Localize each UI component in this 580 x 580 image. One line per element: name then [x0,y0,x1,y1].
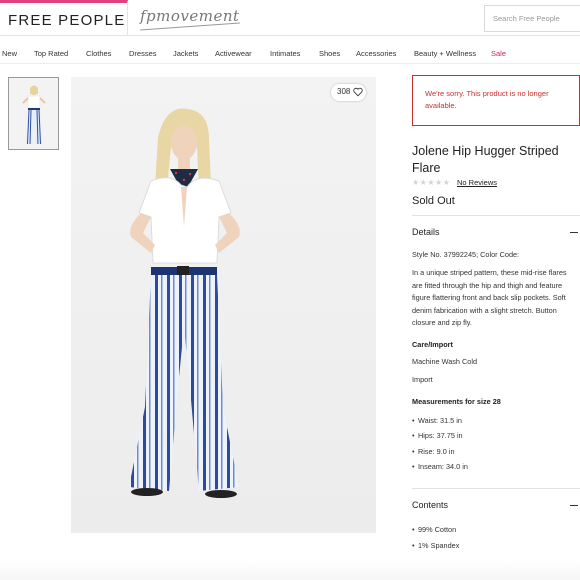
measurements-heading: Measurements for size 28 [412,397,501,406]
collapse-icon[interactable] [570,232,578,233]
details-heading[interactable]: Details [412,227,440,237]
alert-text: We're sorry. This product is no longer a… [425,89,549,110]
measurement-item: Rise: 9.0 in [412,447,454,456]
site-header: FREE PEOPLE fpmovement [0,0,580,36]
nav-item-clothes[interactable]: Clothes [86,49,111,58]
nav-item-new[interactable]: New [2,49,17,58]
contents-heading[interactable]: Contents [412,500,448,510]
unavailable-alert: We're sorry. This product is no longer a… [412,75,580,126]
main-nav: New Top Rated Clothes Dresses Jackets Ac… [0,44,580,64]
divider [412,215,580,216]
nav-item-jackets[interactable]: Jackets [173,49,198,58]
style-number: Style No. 37992245; Color Code: [412,250,520,259]
nav-item-intimates[interactable]: Intimates [270,49,300,58]
nav-item-shoes[interactable]: Shoes [319,49,340,58]
product-title: Jolene Hip Hugger Striped Flare [412,144,559,175]
page-bottom-shadow [0,560,580,580]
brand-logo-area[interactable]: FREE PEOPLE [0,0,128,36]
nav-item-beauty-wellness[interactable]: Beauty + Wellness [414,49,476,58]
nav-item-sale[interactable]: Sale [491,49,506,58]
nav-item-dresses[interactable]: Dresses [129,49,157,58]
divider [412,488,580,489]
measurement-item: Inseam: 34.0 in [412,462,468,471]
thumbnail-image [9,78,58,149]
measurement-item: Hips: 37.75 in [412,431,463,440]
contents-item: 1% Spandex [412,541,459,550]
search-box[interactable] [484,5,580,32]
search-input[interactable] [485,6,580,31]
measurement-item: Waist: 31.5 in [412,416,462,425]
sub-brand-logo[interactable]: fpmovement [140,7,240,25]
heart-icon [353,87,363,97]
care-heading: Care/Import [412,340,453,349]
favorite-button[interactable]: 308 [331,84,366,101]
product-photo [71,77,376,533]
nav-item-accessories[interactable]: Accessories [356,49,396,58]
collapse-icon[interactable] [570,505,578,506]
product-description: In a unique striped pattern, these mid-r… [412,268,567,327]
nav-item-activewear[interactable]: Activewear [215,49,252,58]
nav-item-top-rated[interactable]: Top Rated [34,49,68,58]
rating-stars: ★★★★★ [412,178,451,187]
favorite-count: 308 [337,87,351,96]
reviews-link[interactable]: No Reviews [457,178,497,187]
product-thumbnail[interactable] [8,77,59,150]
availability-status: Sold Out [412,195,455,207]
product-main-image[interactable] [71,77,376,533]
care-item: Machine Wash Cold [412,357,478,366]
care-item: Import [412,375,433,384]
contents-item: 99% Cotton [412,525,456,534]
brand-logo[interactable]: FREE PEOPLE [8,12,125,29]
